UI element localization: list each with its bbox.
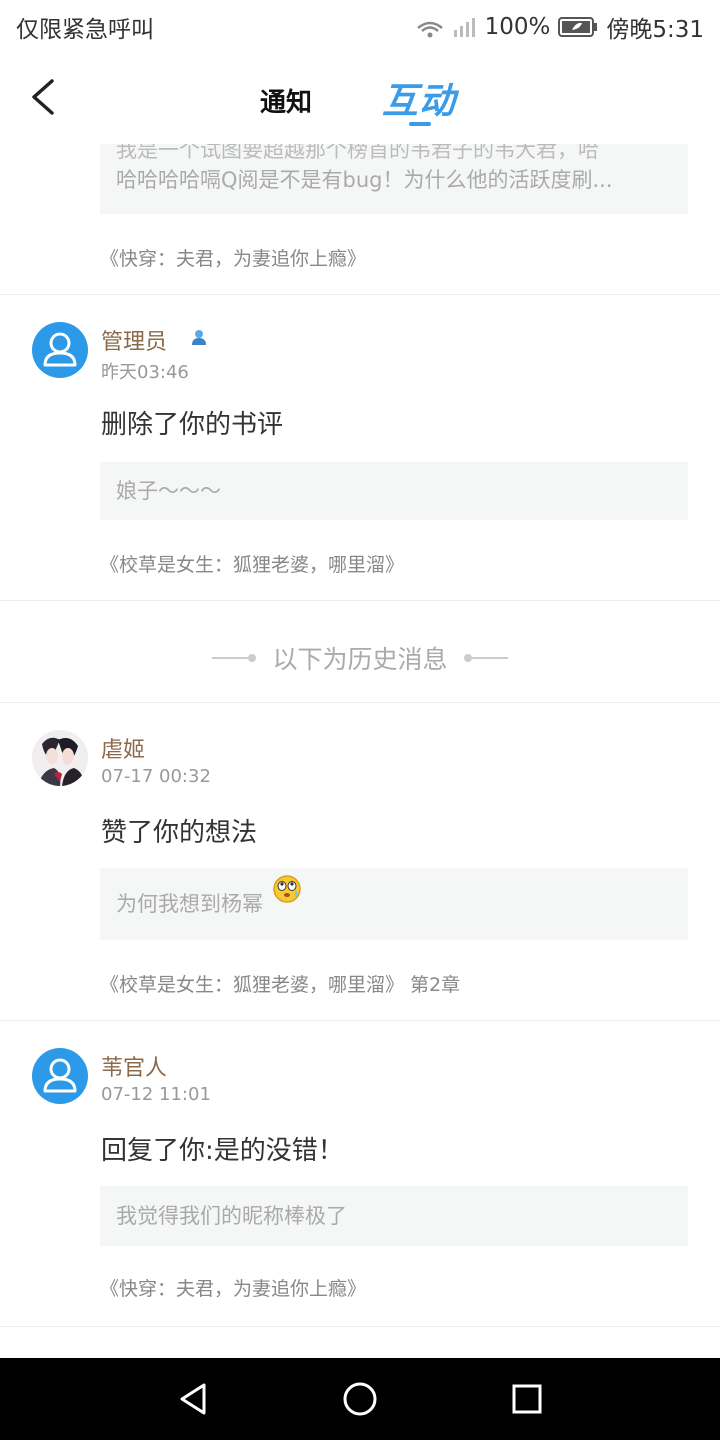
battery-icon	[558, 16, 598, 38]
clock-text: 傍晚5:31	[606, 17, 704, 43]
divider	[0, 1326, 720, 1327]
user-icon	[43, 332, 77, 367]
quote-text: 娘子～～～	[116, 479, 221, 503]
action-text: 回复了你:是的没错！	[101, 1136, 344, 1166]
book-title-link[interactable]: 《快穿：夫君，为妻追你上瘾》	[100, 1274, 366, 1301]
user-name[interactable]: 苇官人	[101, 1050, 167, 1082]
book-title-link[interactable]: 《快穿：夫君，为妻追你上瘾》	[100, 244, 366, 271]
timestamp: 07-12 11:01	[101, 1084, 211, 1105]
back-button[interactable]	[22, 72, 62, 122]
divider	[0, 1020, 720, 1021]
action-text: 赞了你的想法	[101, 818, 258, 848]
quote-text: 我觉得我们的昵称棒极了	[116, 1204, 347, 1228]
chevron-left-icon	[32, 79, 54, 115]
anime-avatar-icon	[32, 730, 88, 786]
user-name[interactable]: 管理员	[101, 324, 167, 356]
timestamp: 07-17 00:32	[101, 766, 211, 787]
quote-box[interactable]: 我觉得我们的昵称棒极了	[100, 1186, 688, 1246]
history-divider: 以下为历史消息	[0, 638, 720, 678]
avatar[interactable]	[32, 730, 88, 786]
wifi-icon	[415, 16, 445, 38]
user-icon	[43, 1058, 77, 1093]
book-title-link[interactable]: 《校草是女生：狐狸老婆，哪里溜》 第2章	[100, 970, 460, 997]
history-label: 以下为历史消息	[272, 645, 448, 674]
status-bar: 仅限紧急呼叫 100% 傍晚5:31	[0, 0, 720, 50]
carrier-text: 仅限紧急呼叫	[16, 17, 154, 43]
triangle-back-icon	[180, 1383, 206, 1415]
header-bar: 通知 互动	[0, 50, 720, 144]
divider	[0, 600, 720, 601]
divider	[0, 702, 720, 703]
tab-interact[interactable]: 互动	[382, 72, 456, 124]
quote-box[interactable]: 娘子～～～	[100, 462, 688, 520]
avatar[interactable]	[32, 1048, 88, 1104]
user-name[interactable]: 虐姬	[101, 732, 145, 764]
divider-line	[471, 657, 508, 659]
active-tab-indicator	[409, 122, 431, 126]
divider-dot	[463, 654, 472, 662]
system-nav-bar	[0, 1358, 720, 1440]
nav-recents-button[interactable]	[497, 1369, 557, 1429]
nav-back-button[interactable]	[163, 1369, 223, 1429]
divider-dot	[248, 654, 257, 662]
tab-notice[interactable]: 通知	[260, 82, 312, 119]
divider	[0, 294, 720, 295]
square-recents-icon	[512, 1384, 542, 1414]
book-title-link[interactable]: 《校草是女生：狐狸老婆，哪里溜》	[100, 550, 404, 577]
avatar[interactable]	[32, 322, 88, 378]
divider-line	[212, 657, 249, 659]
quote-box[interactable]: 我是一个试图要超越那个榜首的韦君子的韦大君，哈 哈哈哈哈嗝Q阅是不是有bug！为…	[100, 144, 688, 214]
signal-icon	[453, 16, 477, 38]
message-list[interactable]: 我是一个试图要超越那个榜首的韦君子的韦大君，哈 哈哈哈哈嗝Q阅是不是有bug！为…	[0, 144, 720, 1358]
quote-text: 为何我想到杨幂	[116, 892, 263, 916]
nav-home-button[interactable]	[330, 1369, 390, 1429]
battery-percent: 100%	[484, 14, 551, 40]
action-text: 删除了你的书评	[101, 410, 284, 440]
emoji-eyeroll-icon	[272, 861, 302, 933]
admin-badge-icon	[190, 328, 208, 350]
circle-home-icon	[343, 1382, 377, 1416]
timestamp: 昨天03:46	[101, 362, 189, 383]
quote-box[interactable]: 为何我想到杨幂	[100, 868, 688, 940]
status-icons: 100% 傍晚5:31	[415, 10, 704, 44]
quote-line: 哈哈哈哈嗝Q阅是不是有bug！为什么他的活跃度刷...	[116, 168, 613, 192]
quote-line: 我是一个试图要超越那个榜首的韦君子的韦大君，哈	[116, 144, 599, 162]
